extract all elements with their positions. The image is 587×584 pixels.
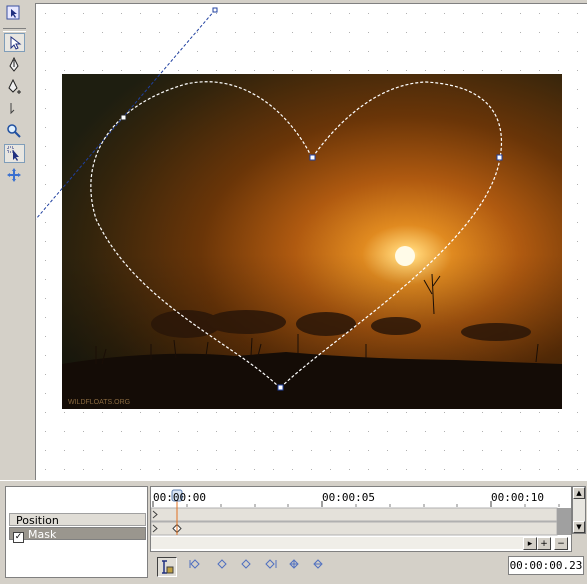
tool-zoom[interactable] — [4, 122, 25, 141]
last-keyframe-icon — [265, 559, 275, 569]
keyframe-toolbar: 00:00:00.23 — [150, 554, 587, 580]
track-position-label: Position — [16, 514, 59, 527]
next-keyframe-icon — [241, 559, 251, 569]
timeline-vertical-scrollbar[interactable]: ▲ ▼ — [572, 486, 586, 534]
tick-label: 00:00:00 — [153, 491, 206, 504]
prev-keyframe-icon — [217, 559, 227, 569]
anchor-point[interactable] — [277, 384, 284, 391]
tool-move[interactable] — [4, 166, 25, 185]
anchor-point-selected[interactable] — [120, 114, 127, 121]
tool-anchor-select[interactable] — [4, 144, 25, 163]
zoom-in-button[interactable]: + — [537, 537, 551, 550]
tool-strip — [0, 0, 31, 480]
scroll-right-button[interactable]: ▸ — [523, 537, 537, 550]
tool-add-point[interactable] — [4, 78, 25, 97]
canvas-photo: WILDFLOATS.ORG — [62, 74, 562, 409]
tick-label: 00:00:05 — [322, 491, 375, 504]
tool-convert-point[interactable] — [4, 100, 25, 119]
track-mask[interactable]: ✓ Mask — [9, 527, 146, 543]
anchor-select-icon — [7, 146, 19, 161]
pointer-icon — [6, 5, 20, 20]
scroll-down-button[interactable]: ▼ — [573, 521, 585, 533]
zoom-out-button[interactable]: − — [554, 537, 568, 550]
tool-pointer[interactable] — [4, 4, 25, 23]
anchor-point[interactable] — [496, 154, 503, 161]
image-watermark: WILDFLOATS.ORG — [68, 399, 130, 406]
pen-icon — [9, 57, 19, 72]
timeline[interactable]: 00:00:00 00:00:05 00:00:10 ▸ + − — [150, 486, 572, 552]
sun — [395, 246, 415, 266]
canvas-drawing: WILDFLOATS.ORG — [36, 4, 587, 480]
bezier-handle-point[interactable] — [212, 7, 218, 13]
anchor-point[interactable] — [309, 154, 316, 161]
mask-checkbox[interactable]: ✓ — [13, 532, 24, 543]
zoom-in-label: + — [540, 539, 548, 549]
scroll-up-button[interactable]: ▲ — [573, 487, 585, 499]
keyframe-panel: Position ✓ Mask 00:00:00 00:00:05 00:00:… — [0, 480, 587, 584]
track-position[interactable]: Position — [9, 513, 146, 527]
tool-pen[interactable] — [4, 56, 25, 75]
canvas[interactable]: WILDFLOATS.ORG — [35, 3, 587, 480]
select-arrow-icon — [10, 35, 22, 50]
sync-cursor-icon — [162, 560, 174, 574]
tool-separator — [3, 28, 26, 32]
tool-select-arrow[interactable] — [4, 33, 25, 52]
zoom-out-label: − — [557, 539, 565, 549]
move-arrows-icon — [7, 168, 21, 182]
keyframe-nav-icons — [189, 559, 323, 569]
timecode-field[interactable]: 00:00:00.23 — [508, 556, 584, 575]
zoom-icon — [7, 124, 21, 138]
track-list: Position ✓ Mask — [5, 486, 148, 578]
tick-label: 00:00:10 — [491, 491, 544, 504]
convert-point-icon — [10, 103, 15, 115]
track-mask-label: Mask — [28, 528, 57, 541]
sync-cursor-button[interactable] — [157, 557, 177, 577]
first-keyframe-icon — [190, 559, 200, 569]
add-point-pen-icon — [8, 79, 21, 94]
